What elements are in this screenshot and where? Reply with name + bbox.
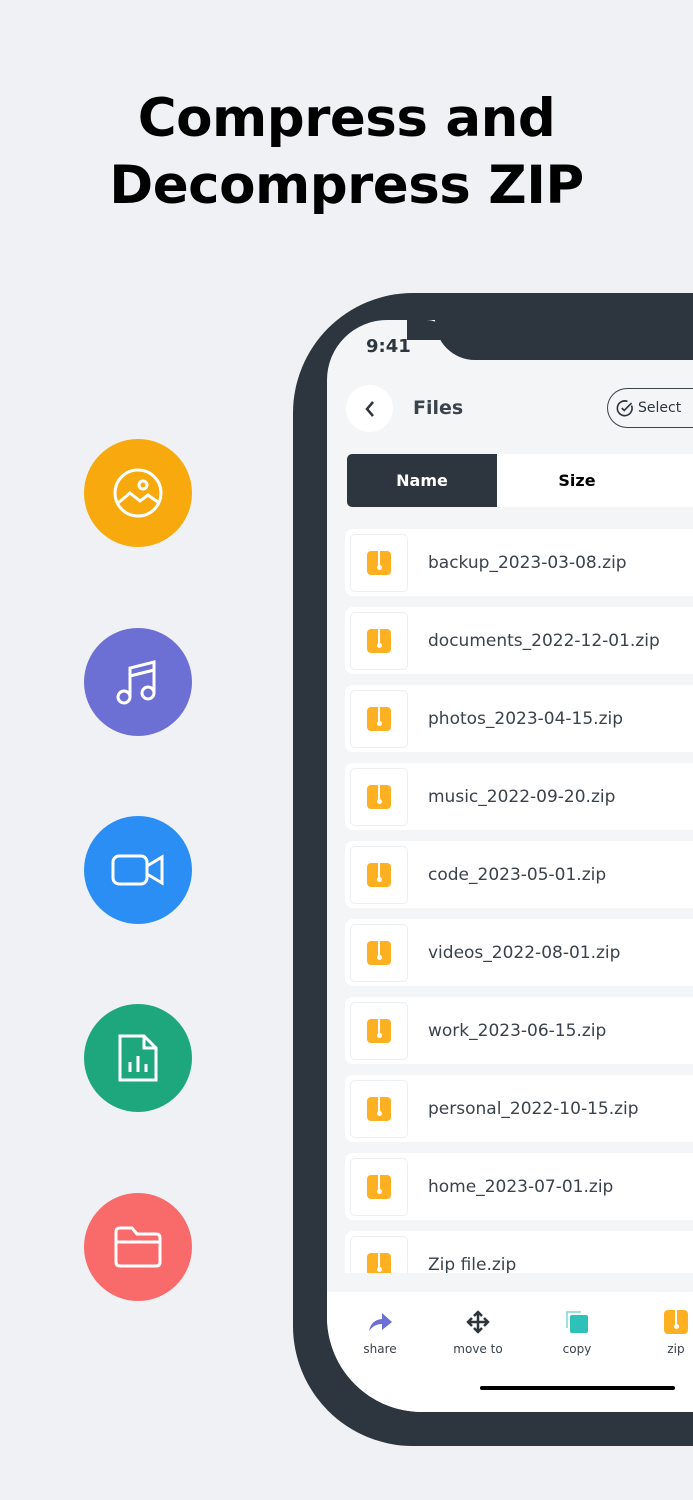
share-label: share (363, 1342, 397, 1356)
file-row[interactable]: music_2022-09-20.zip (345, 763, 693, 830)
status-time: 9:41 (366, 336, 411, 357)
file-row[interactable]: personal_2022-10-15.zip (345, 1075, 693, 1142)
headline: Compress and Decompress ZIP (0, 85, 693, 219)
file-row[interactable]: documents_2022-12-01.zip (345, 607, 693, 674)
file-list[interactable]: backup_2023-03-08.zip documents_2022-12-… (345, 529, 693, 1298)
zip-label: zip (667, 1342, 685, 1356)
file-row[interactable]: videos_2022-08-01.zip (345, 919, 693, 986)
file-name: personal_2022-10-15.zip (428, 1098, 639, 1119)
image-icon (113, 468, 163, 518)
zip-file-icon (350, 923, 408, 982)
tab-name[interactable]: Name (347, 454, 497, 507)
select-button[interactable]: Select (607, 388, 693, 428)
file-row[interactable]: photos_2023-04-15.zip (345, 685, 693, 752)
document-feature (84, 1004, 192, 1112)
move-icon (466, 1310, 490, 1334)
chevron-left-icon (364, 400, 374, 417)
file-name: work_2023-06-15.zip (428, 1020, 607, 1041)
share-icon (369, 1313, 392, 1331)
zip-icon (664, 1310, 688, 1334)
sort-tabs: Name Size (347, 454, 693, 507)
file-row[interactable]: backup_2023-03-08.zip (345, 529, 693, 596)
folder-feature (84, 1193, 192, 1301)
zip-file-icon (350, 611, 408, 670)
image-feature (84, 439, 192, 547)
file-name: home_2023-07-01.zip (428, 1176, 614, 1197)
document-chart-icon (118, 1034, 158, 1082)
list-bottom-gap (327, 1273, 693, 1292)
file-name: code_2023-05-01.zip (428, 864, 607, 885)
headline-line-2: Decompress ZIP (109, 155, 584, 216)
file-row[interactable]: home_2023-07-01.zip (345, 1153, 693, 1220)
zip-file-icon (350, 1001, 408, 1060)
video-icon (111, 854, 164, 886)
phone-screen: 9:41 Files Select Name Size backup_2023-… (327, 320, 693, 1412)
file-name: documents_2022-12-01.zip (428, 630, 660, 651)
home-indicator (480, 1386, 675, 1390)
move-to-button[interactable]: move to (438, 1308, 518, 1356)
zip-file-icon (350, 1157, 408, 1216)
folder-icon (114, 1226, 162, 1268)
file-name: music_2022-09-20.zip (428, 786, 616, 807)
action-bar: share move to copy zip (327, 1292, 693, 1412)
check-circle-icon (616, 400, 633, 417)
video-feature (84, 816, 192, 924)
music-feature (84, 628, 192, 736)
copy-icon (566, 1311, 588, 1333)
zip-file-icon (350, 845, 408, 904)
back-button[interactable] (346, 385, 393, 432)
zip-file-icon (350, 689, 408, 748)
share-button[interactable]: share (350, 1308, 410, 1356)
file-name: Zip file.zip (428, 1254, 517, 1275)
select-label: Select (638, 400, 682, 416)
music-icon (116, 660, 156, 705)
zip-file-icon (350, 533, 408, 592)
move-to-label: move to (453, 1342, 503, 1356)
file-name: photos_2023-04-15.zip (428, 708, 624, 729)
tab-size[interactable]: Size (497, 454, 657, 507)
zip-button[interactable]: zip (659, 1308, 693, 1356)
file-row[interactable]: code_2023-05-01.zip (345, 841, 693, 908)
file-row[interactable]: work_2023-06-15.zip (345, 997, 693, 1064)
notch (407, 320, 693, 360)
copy-label: copy (562, 1342, 592, 1356)
zip-file-icon (350, 1079, 408, 1138)
zip-file-icon (350, 767, 408, 826)
page-title: Files (413, 397, 464, 419)
copy-button[interactable]: copy (547, 1308, 607, 1356)
headline-line-1: Compress and (137, 88, 556, 149)
file-name: videos_2022-08-01.zip (428, 942, 621, 963)
file-name: backup_2023-03-08.zip (428, 552, 627, 573)
